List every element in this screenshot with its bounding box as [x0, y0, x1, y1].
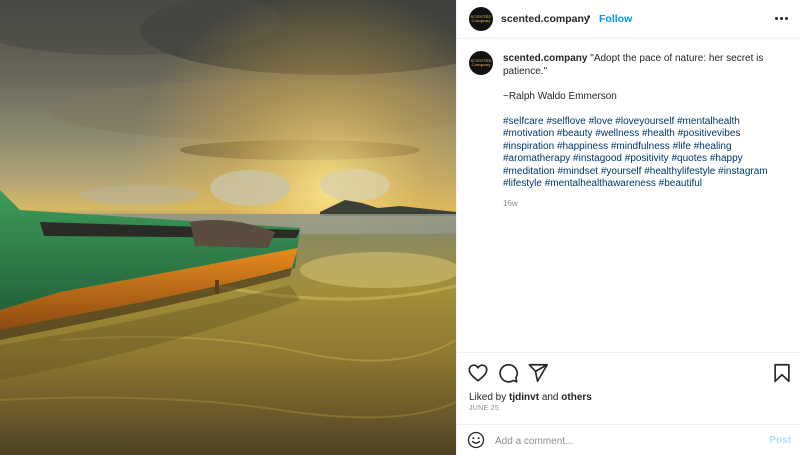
caption-body: scented.company "Adopt the pace of natur…: [503, 53, 788, 211]
hashtag-link[interactable]: #health: [642, 128, 675, 139]
likes-prefix: Liked by: [469, 392, 507, 403]
hashtag-link[interactable]: #happiness: [557, 141, 608, 152]
comment-icon[interactable]: [497, 362, 519, 384]
caption-author: ~Ralph Waldo Emmerson: [503, 90, 617, 102]
post-side-panel: SCENTED Company scented.company • Follow…: [456, 0, 800, 455]
hashtag-link[interactable]: #mentalhealth: [677, 116, 740, 127]
comment-input[interactable]: [495, 432, 755, 450]
hashtag-link[interactable]: #beauty: [557, 128, 593, 139]
paper-plane-icon[interactable]: [527, 362, 549, 384]
heart-icon[interactable]: [467, 362, 489, 384]
likes-conjunction: and: [541, 392, 559, 403]
hashtag-link[interactable]: #selfcare: [503, 116, 544, 127]
hashtag-link[interactable]: #positivevibes: [678, 128, 741, 139]
hashtag-link[interactable]: #inspiration: [503, 141, 554, 152]
post-date[interactable]: JUNE 25: [469, 405, 499, 412]
caption-quote-paragraph: scented.company "Adopt the pace of natur…: [503, 53, 788, 78]
bookmark-icon[interactable]: [771, 362, 793, 384]
likes-line: Liked by tjdinvt and others: [469, 392, 592, 403]
hashtag-link[interactable]: #aromatherapy: [503, 153, 570, 164]
hashtag-link[interactable]: #mindfulness: [611, 141, 670, 152]
smiley-icon[interactable]: [467, 431, 485, 449]
action-bar: [457, 352, 800, 392]
hashtag-link[interactable]: #wellness: [595, 128, 639, 139]
hashtag-link[interactable]: #instagram: [718, 166, 767, 177]
hashtag-link[interactable]: #mentalhealthawareness: [545, 178, 656, 189]
post-comment-button[interactable]: Post: [769, 435, 791, 446]
more-options-icon[interactable]: [771, 10, 791, 26]
post-image[interactable]: [0, 0, 456, 455]
hashtag-link[interactable]: #healthylifestyle: [644, 166, 715, 177]
avatar-logo-text: SCENTED Company: [470, 58, 492, 67]
author-username[interactable]: scented.company: [501, 13, 590, 25]
hashtag-link[interactable]: #happy: [710, 153, 743, 164]
hashtag-link[interactable]: #quotes: [671, 153, 707, 164]
caption-avatar[interactable]: SCENTED Company: [469, 51, 493, 75]
add-comment-bar: Post: [457, 424, 800, 455]
caption-time[interactable]: 16w: [503, 198, 788, 211]
follow-button[interactable]: Follow: [599, 13, 632, 25]
hashtag-list: #selfcare #selflove #love #loveyourself …: [503, 116, 788, 191]
likes-others-link[interactable]: others: [561, 392, 592, 403]
hashtag-link[interactable]: #mindset: [557, 166, 598, 177]
hashtag-link[interactable]: #motivation: [503, 128, 554, 139]
sunset-boat-illustration: [0, 0, 456, 455]
caption-username[interactable]: scented.company: [503, 53, 587, 64]
hashtag-link[interactable]: #meditation: [503, 166, 555, 177]
post-dialog: SCENTED Company scented.company • Follow…: [0, 0, 800, 455]
post-header: SCENTED Company scented.company • Follow: [457, 0, 800, 39]
hashtag-link[interactable]: #instagood: [573, 153, 622, 164]
hashtag-link[interactable]: #loveyourself: [615, 116, 674, 127]
hashtag-link[interactable]: #yourself: [601, 166, 642, 177]
hashtag-link[interactable]: #lifestyle: [503, 178, 542, 189]
hashtag-link[interactable]: #selflove: [546, 116, 585, 127]
author-avatar[interactable]: SCENTED Company: [469, 7, 493, 31]
hashtag-link[interactable]: #beautiful: [659, 178, 702, 189]
hashtag-link[interactable]: #positivity: [625, 153, 669, 164]
hashtag-link[interactable]: #love: [589, 116, 613, 127]
hashtag-link[interactable]: #healing: [694, 141, 732, 152]
separator-dot: •: [587, 12, 591, 23]
hashtag-link[interactable]: #life: [673, 141, 691, 152]
avatar-logo-text: SCENTED Company: [470, 14, 492, 23]
liked-by-user[interactable]: tjdinvt: [509, 392, 539, 403]
